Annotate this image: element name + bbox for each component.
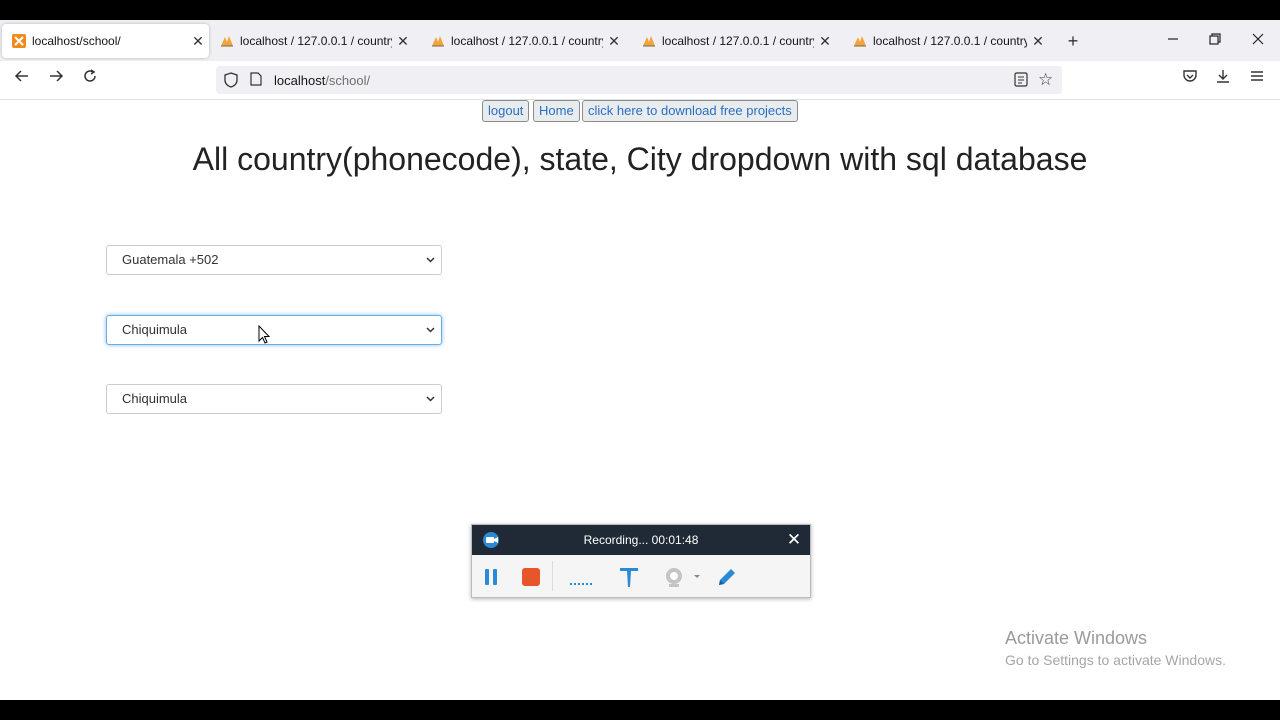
- logout-button[interactable]: logout: [482, 100, 530, 122]
- shield-icon[interactable]: [224, 72, 238, 88]
- chevron-down-icon: [426, 257, 435, 263]
- phpmyadmin-icon: [432, 36, 444, 47]
- state-select-value: Chiquimula: [122, 322, 188, 337]
- close-tab-icon[interactable]: ✕: [603, 33, 625, 50]
- state-select[interactable]: Chiquimula: [106, 315, 442, 345]
- tab-phpmyadmin-1[interactable]: localhost / 127.0.0.1 / country_d ✕: [210, 24, 414, 58]
- phpmyadmin-icon: [221, 36, 233, 47]
- menu-icon[interactable]: [1244, 68, 1270, 92]
- country-select-value: Guatemala +502: [122, 252, 219, 267]
- dotted-line-icon[interactable]: [569, 565, 593, 589]
- toolbar-divider: [552, 561, 553, 591]
- back-icon[interactable]: [9, 68, 35, 92]
- pocket-icon[interactable]: [1177, 68, 1203, 92]
- tab-phpmyadmin-2[interactable]: localhost / 127.0.0.1 / country_d ✕: [421, 24, 625, 58]
- pause-icon[interactable]: [479, 565, 503, 589]
- navigation-bar: localhost/school/ ☆: [0, 61, 1280, 100]
- url-text[interactable]: localhost/school/: [274, 73, 370, 88]
- new-tab-button[interactable]: +: [1062, 30, 1084, 52]
- browser-window: localhost/school/ ✕ localhost / 127.0.0.…: [0, 20, 1280, 700]
- tab-strip: localhost/school/ ✕ localhost / 127.0.0.…: [0, 20, 1280, 61]
- tab-phpmyadmin-4[interactable]: localhost / 127.0.0.1 / country_d ✕: [843, 24, 1049, 58]
- phpmyadmin-icon: [643, 36, 655, 47]
- tab-title: localhost / 127.0.0.1 / country_d: [662, 34, 814, 48]
- minimize-icon[interactable]: [1158, 28, 1188, 52]
- chevron-down-icon: [426, 327, 435, 333]
- webcam-icon[interactable]: [662, 565, 686, 589]
- windows-activation-watermark-title: Activate Windows: [1005, 628, 1148, 648]
- restore-icon[interactable]: [1200, 28, 1230, 52]
- home-button[interactable]: Home: [533, 100, 580, 122]
- window-close-icon[interactable]: [1243, 28, 1273, 52]
- chevron-down-icon: [426, 396, 435, 402]
- bookmark-star-icon[interactable]: ☆: [1038, 70, 1053, 90]
- recorder-header: Recording... 00:01:48 ✕: [472, 525, 810, 555]
- page-icon[interactable]: [250, 72, 262, 86]
- dropdown-arrow-icon[interactable]: [692, 565, 702, 589]
- phpmyadmin-icon: [854, 36, 866, 47]
- forward-icon[interactable]: [43, 68, 69, 92]
- page-content: logout Home click here to download free …: [0, 99, 1280, 700]
- pencil-icon[interactable]: [715, 565, 739, 589]
- tab-school[interactable]: localhost/school/ ✕: [2, 24, 209, 58]
- country-select[interactable]: Guatemala +502: [106, 245, 442, 275]
- windows-activation-watermark-subtitle: Go to Settings to activate Windows.: [1005, 652, 1226, 668]
- tab-title: localhost / 127.0.0.1 / country_d: [451, 34, 603, 48]
- close-tab-icon[interactable]: ✕: [392, 33, 414, 50]
- page-title: All country(phonecode), state, City drop…: [192, 141, 1088, 177]
- address-bar[interactable]: localhost/school/ ☆: [216, 66, 1062, 94]
- close-tab-icon[interactable]: ✕: [187, 33, 209, 50]
- close-tab-icon[interactable]: ✕: [814, 33, 836, 50]
- screen-recorder-widget: Recording... 00:01:48 ✕: [471, 524, 811, 598]
- city-select-value: Chiquimula: [122, 391, 188, 406]
- tab-phpmyadmin-3[interactable]: localhost / 127.0.0.1 / country_d ✕: [632, 24, 836, 58]
- tab-title: localhost/school/: [32, 34, 121, 48]
- reload-icon[interactable]: [77, 68, 103, 92]
- mouse-cursor-icon: [258, 325, 271, 344]
- recorder-close-icon[interactable]: ✕: [782, 525, 806, 555]
- url-path: /school/: [325, 73, 371, 88]
- download-projects-button[interactable]: click here to download free projects: [582, 100, 798, 122]
- city-select[interactable]: Chiquimula: [106, 384, 442, 414]
- reader-view-icon[interactable]: [1014, 72, 1028, 87]
- close-tab-icon[interactable]: ✕: [1027, 33, 1049, 50]
- url-host: localhost: [274, 73, 326, 88]
- xampp-icon: [12, 34, 26, 48]
- recording-status: Recording... 00:01:48: [583, 533, 699, 547]
- pen-tool-icon[interactable]: [617, 565, 641, 589]
- stop-icon[interactable]: [519, 565, 543, 589]
- downloads-icon[interactable]: [1210, 68, 1236, 92]
- tab-title: localhost / 127.0.0.1 / country_d: [873, 34, 1027, 48]
- tab-title: localhost / 127.0.0.1 / country_d: [240, 34, 392, 48]
